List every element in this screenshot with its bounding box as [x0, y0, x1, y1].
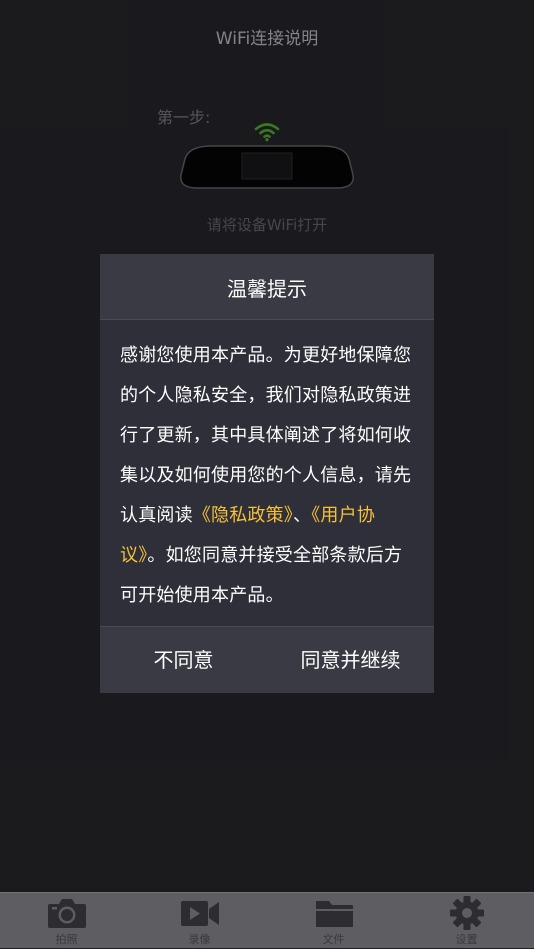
- dialog-message-text: 感谢您使用本产品。为更好地保障您的个人隐私安全，我们对隐私政策进行了更新，其中具…: [120, 345, 412, 526]
- tab-label: 拍照: [55, 933, 78, 946]
- gear-icon: [450, 896, 484, 930]
- agree-continue-button[interactable]: 同意并继续: [267, 627, 434, 693]
- privacy-policy-link[interactable]: 《隐私政策》: [193, 505, 293, 526]
- video-icon: [181, 901, 219, 926]
- dialog-actions: 不同意 同意并继续: [100, 626, 434, 693]
- disagree-button[interactable]: 不同意: [100, 627, 267, 693]
- link-separator: 、: [293, 505, 312, 526]
- tab-label: 文件: [322, 933, 345, 946]
- bottom-tab-bar: 拍照 录像 文件 设置: [0, 892, 534, 948]
- privacy-dialog: 温馨提示 感谢您使用本产品。为更好地保障您的个人隐私安全，我们对隐私政策进行了更…: [100, 254, 434, 693]
- dialog-header: 温馨提示: [100, 254, 434, 320]
- camera-icon: [48, 899, 86, 928]
- dialog-message: 感谢您使用本产品。为更好地保障您的个人隐私安全，我们对隐私政策进行了更新，其中具…: [120, 336, 414, 616]
- tab-photo[interactable]: 拍照: [0, 893, 133, 949]
- tab-label: 录像: [188, 933, 211, 946]
- tab-video[interactable]: 录像: [133, 893, 266, 949]
- dialog-message-text-end: 。如您同意并接受全部条款后方可开始使用本产品。: [120, 545, 403, 606]
- folder-icon: [316, 901, 353, 927]
- tab-label: 设置: [455, 933, 478, 946]
- dialog-title: 温馨提示: [227, 277, 307, 301]
- tab-settings[interactable]: 设置: [400, 893, 533, 949]
- tab-files[interactable]: 文件: [267, 893, 400, 949]
